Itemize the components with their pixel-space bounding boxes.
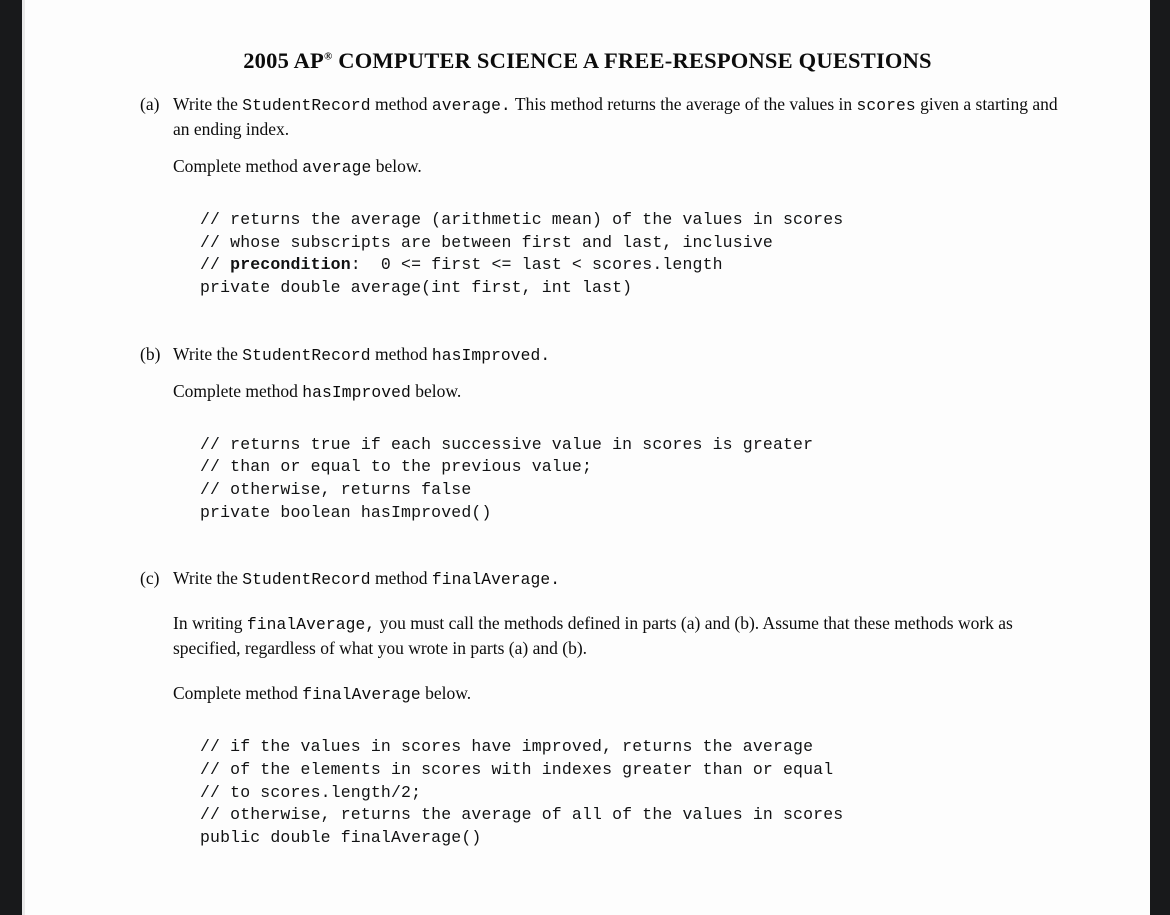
document-page: 2005 AP® COMPUTER SCIENCE A FREE-RESPONS… <box>25 0 1150 915</box>
part-c-code-block: // if the values in scores have improved… <box>25 736 1150 849</box>
part-b-method-name: hasImproved. <box>431 345 551 365</box>
screenshot-viewport: 2005 AP® COMPUTER SCIENCE A FREE-RESPONS… <box>0 0 1170 915</box>
part-a-label: (a) <box>140 94 160 114</box>
part-c-complete-instruction: Complete method finalAverage below. <box>25 681 1150 706</box>
part-a-code-line-3-suffix: : 0 <= first <= last < scores.length <box>350 255 723 275</box>
part-a-var-scores: scores <box>856 96 916 115</box>
part-c-complete-pre: Complete method <box>173 683 303 704</box>
part-a-prompt-post: This method returns the average of the v… <box>510 94 857 114</box>
part-a-code-line-4: private double average(int first, int la… <box>200 277 633 297</box>
part-b-prompt-pre: Write the <box>173 343 243 364</box>
part-b-complete-post: below. <box>410 380 462 401</box>
part-b-code-line-3: // otherwise, returns false <box>200 479 472 499</box>
part-c-complete-post: below. <box>420 683 472 704</box>
part-b-code-line-1: // returns true if each successive value… <box>200 434 814 454</box>
part-b-complete-pre: Complete method <box>173 380 303 401</box>
page-title: 2005 AP® COMPUTER SCIENCE A FREE-RESPONS… <box>25 48 1150 74</box>
part-c: (c) Write the StudentRecord method final… <box>25 566 1150 849</box>
part-b-complete-method: hasImproved <box>302 382 411 402</box>
part-a-complete-pre: Complete method <box>173 155 303 176</box>
part-a-prompt: Write the StudentRecord method average. … <box>173 92 1150 142</box>
part-a-code-block: // returns the average (arithmetic mean)… <box>25 209 1150 299</box>
part-a-complete-post: below. <box>371 155 422 176</box>
part-a-complete-instruction: Complete method average below. <box>25 154 1150 179</box>
part-c-code-line-5: public double finalAverage() <box>200 827 482 847</box>
part-c-code-line-3: // to scores.length/2; <box>200 782 422 802</box>
part-a-prompt-pre: Write the <box>173 94 243 114</box>
part-c-prompt-row: (c) Write the StudentRecord method final… <box>25 566 1150 591</box>
part-a-code-line-2: // whose subscripts are between first an… <box>200 232 773 252</box>
part-b: (b) Write the StudentRecord method hasIm… <box>25 342 1150 525</box>
part-b-code-block: // returns true if each successive value… <box>25 434 1150 524</box>
right-dark-border <box>1150 0 1170 915</box>
part-a-method-name: average. <box>431 96 511 115</box>
part-a-code-line-3-prefix: // <box>200 255 231 275</box>
part-c-code-line-2: // of the elements in scores with indexe… <box>200 760 834 780</box>
part-c-note-pre: In writing <box>173 613 247 634</box>
part-b-complete-instruction: Complete method hasImproved below. <box>25 379 1150 404</box>
part-a-prompt-mid: method <box>370 94 432 114</box>
part-c-note-method: finalAverage, <box>246 615 376 635</box>
page-title-rest: COMPUTER SCIENCE A FREE-RESPONSE QUESTIO… <box>332 48 932 73</box>
part-c-note: In writing finalAverage, you must call t… <box>25 611 1150 661</box>
question-content: (a) Write the StudentRecord method avera… <box>25 92 1150 849</box>
part-b-class-name: StudentRecord <box>242 345 371 365</box>
part-c-prompt-pre: Write the <box>173 568 243 589</box>
part-b-code-line-4: private boolean hasImproved() <box>200 502 492 522</box>
page-title-year: 2005 AP <box>243 48 324 73</box>
part-b-code-line-2: // than or equal to the previous value; <box>200 457 593 477</box>
part-c-code-line-1: // if the values in scores have improved… <box>200 737 814 757</box>
part-a-complete-method: average <box>302 157 372 177</box>
part-c-label: (c) <box>140 568 160 589</box>
part-a-class-name: StudentRecord <box>242 96 371 115</box>
part-c-class-name: StudentRecord <box>242 570 371 590</box>
part-c-method-name: finalAverage. <box>431 570 561 590</box>
part-b-label: (b) <box>140 343 161 364</box>
part-b-prompt-mid: method <box>370 343 432 364</box>
part-c-complete-method: finalAverage <box>302 685 421 705</box>
part-c-code-line-4: // otherwise, returns the average of all… <box>200 805 844 825</box>
left-dark-border <box>0 0 22 915</box>
part-a-prompt-row: (a) Write the StudentRecord method avera… <box>25 92 1150 142</box>
part-c-prompt-mid: method <box>370 568 432 589</box>
part-a-code-line-1: // returns the average (arithmetic mean)… <box>200 210 844 230</box>
part-a: (a) Write the StudentRecord method avera… <box>25 92 1150 300</box>
part-c-prompt: Write the StudentRecord method finalAver… <box>173 566 1150 591</box>
part-b-prompt: Write the StudentRecord method hasImprov… <box>173 342 1150 367</box>
part-a-precondition-keyword: precondition <box>230 255 351 275</box>
part-b-prompt-row: (b) Write the StudentRecord method hasIm… <box>25 342 1150 367</box>
